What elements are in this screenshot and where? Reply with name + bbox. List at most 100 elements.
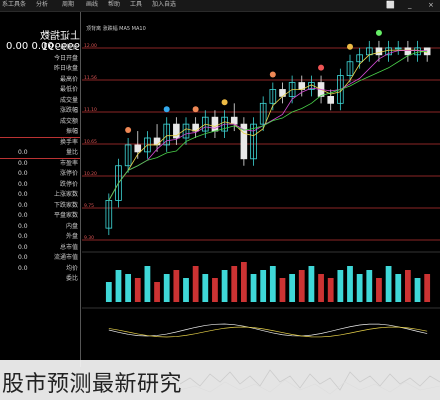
quote-row-label: 成交额	[59, 117, 78, 125]
menu-item-toolbar[interactable]: 系工具条	[2, 1, 26, 9]
volume-bar	[134, 278, 141, 302]
level-label: 12.00	[84, 43, 97, 49]
quote-row-label: 流通市值	[53, 254, 78, 261]
candle-body	[404, 47, 412, 56]
close-icon[interactable]: ×	[428, 1, 434, 9]
volume-bar	[395, 274, 402, 302]
signal-marker	[375, 29, 382, 36]
signal-marker	[192, 106, 199, 113]
quote-row-label: 最低价	[59, 86, 78, 93]
quote-row-label: 下跌家数	[53, 201, 78, 209]
level-label: 9.75	[84, 203, 94, 209]
quote-row-label: 换手率	[59, 138, 78, 146]
signal-marker	[125, 127, 132, 133]
volume-bar	[105, 282, 112, 302]
quote-row: 0.0 跌停价	[0, 180, 80, 190]
quote-row: 委比	[0, 274, 80, 284]
volume-bar	[414, 278, 421, 302]
quote-row: 涨跌幅	[0, 106, 80, 116]
quote-row: 成交额	[0, 117, 80, 127]
quote-row: 0.0 市盈率	[0, 159, 80, 169]
quote-row-label: 昨日收盘	[53, 65, 78, 72]
moving-average-line	[108, 50, 428, 201]
volume-bar	[192, 266, 199, 302]
volume-bar	[212, 278, 218, 302]
menu-item-tools[interactable]: 工具	[130, 1, 142, 9]
volume-bar	[298, 270, 305, 302]
quote-row: 0.0 内盘	[0, 222, 80, 232]
quote-row-label: 振幅	[65, 128, 78, 135]
volume-bar	[231, 266, 238, 302]
quote-row-value: 0.0	[18, 149, 28, 156]
volume-bar	[424, 274, 431, 302]
quote-row: 0.0 流通市值	[0, 253, 80, 263]
volume-bar	[337, 270, 344, 302]
moving-average-line	[108, 50, 428, 201]
volume-bar	[356, 274, 363, 302]
quote-row-label: 涨停价	[59, 170, 78, 177]
quote-row-label: 内盘	[65, 222, 78, 230]
menu-item-period[interactable]: 周期	[62, 1, 74, 9]
decorative-wave	[180, 369, 440, 395]
volume-bar	[202, 274, 209, 302]
quote-row-value: 0.0	[18, 254, 28, 261]
volume-bar	[115, 270, 122, 302]
volume-bar	[125, 274, 132, 302]
quote-row: 最新价	[0, 43, 80, 53]
quote-row: 0.0 上涨家数	[0, 190, 80, 200]
volume-bar	[385, 266, 392, 302]
quote-row: 0.0 平盘家数	[0, 211, 80, 221]
quote-row: 0.0 均价	[0, 264, 80, 274]
level-label: 10.65	[84, 139, 97, 145]
moving-average-line	[108, 49, 428, 201]
level-label: 10.20	[84, 171, 97, 177]
quote-row-value: 0.0	[18, 222, 28, 230]
quote-row-value: 0.0	[18, 170, 28, 177]
quote-row: 0.0 量比	[0, 148, 80, 158]
candle-body	[375, 47, 383, 56]
menu-item-draw[interactable]: 画线	[86, 1, 98, 9]
quote-row: 振幅	[0, 127, 80, 137]
maximize-icon[interactable]: ⬜	[386, 1, 395, 9]
quote-row-label: 成交量	[59, 96, 78, 104]
quote-row-label: 均价	[65, 264, 78, 272]
menu-item-analysis[interactable]: 分析	[36, 1, 48, 9]
signal-marker	[269, 71, 276, 78]
signal-marker	[347, 43, 353, 50]
quote-row-value: 0.0	[18, 180, 28, 188]
quote-row-value: 0.0	[18, 212, 28, 219]
stock-chart[interactable]: 顶背离 涨跌幅 MA5 MA10 12.00 11.56 11.10 10.65 10.2…	[82, 12, 440, 360]
quote-row-label: 跌停价	[59, 180, 78, 188]
volume-bar	[183, 278, 189, 302]
quote-row-label: 最新价	[59, 44, 78, 51]
signal-marker	[318, 64, 325, 71]
quote-row-value: 0.0	[18, 243, 28, 251]
menu-item-add-favorite[interactable]: 加入自选	[152, 1, 176, 9]
quote-row: 最高价	[0, 75, 80, 85]
volume-bar	[404, 270, 411, 302]
menu-item-help[interactable]: 帮助	[108, 1, 120, 9]
volume-bar	[376, 278, 382, 302]
volume-bar	[366, 270, 373, 302]
candle-body	[153, 137, 161, 146]
volume-bar	[250, 274, 257, 302]
quote-row-label: 市盈率	[59, 159, 78, 167]
quote-row: 最低价	[0, 85, 80, 95]
volume-bar	[289, 274, 296, 302]
volume-bar	[269, 266, 276, 302]
volume-bar	[318, 274, 324, 302]
top-menu-bar: 系工具条 分析 周期 画线 帮助 工具 加入自选 ⬜ _ ×	[0, 0, 440, 12]
quote-row-value: 0.0	[18, 159, 28, 167]
quote-row-label: 外盘	[65, 233, 78, 240]
candle-body	[134, 144, 142, 153]
quote-row: 0.0 下跌家数	[0, 201, 80, 211]
quote-row-label: 总市值	[59, 243, 78, 251]
volume-bar	[221, 270, 228, 302]
quote-row-label: 委比	[65, 275, 78, 282]
volume-bar	[308, 266, 315, 302]
quote-row-label: 最高价	[59, 75, 78, 83]
level-label: 11.10	[84, 107, 97, 113]
chart-header: 顶背离 涨跌幅 MA5 MA10	[86, 25, 146, 32]
volume-bar	[279, 278, 286, 302]
minimize-icon[interactable]: _	[408, 1, 412, 9]
